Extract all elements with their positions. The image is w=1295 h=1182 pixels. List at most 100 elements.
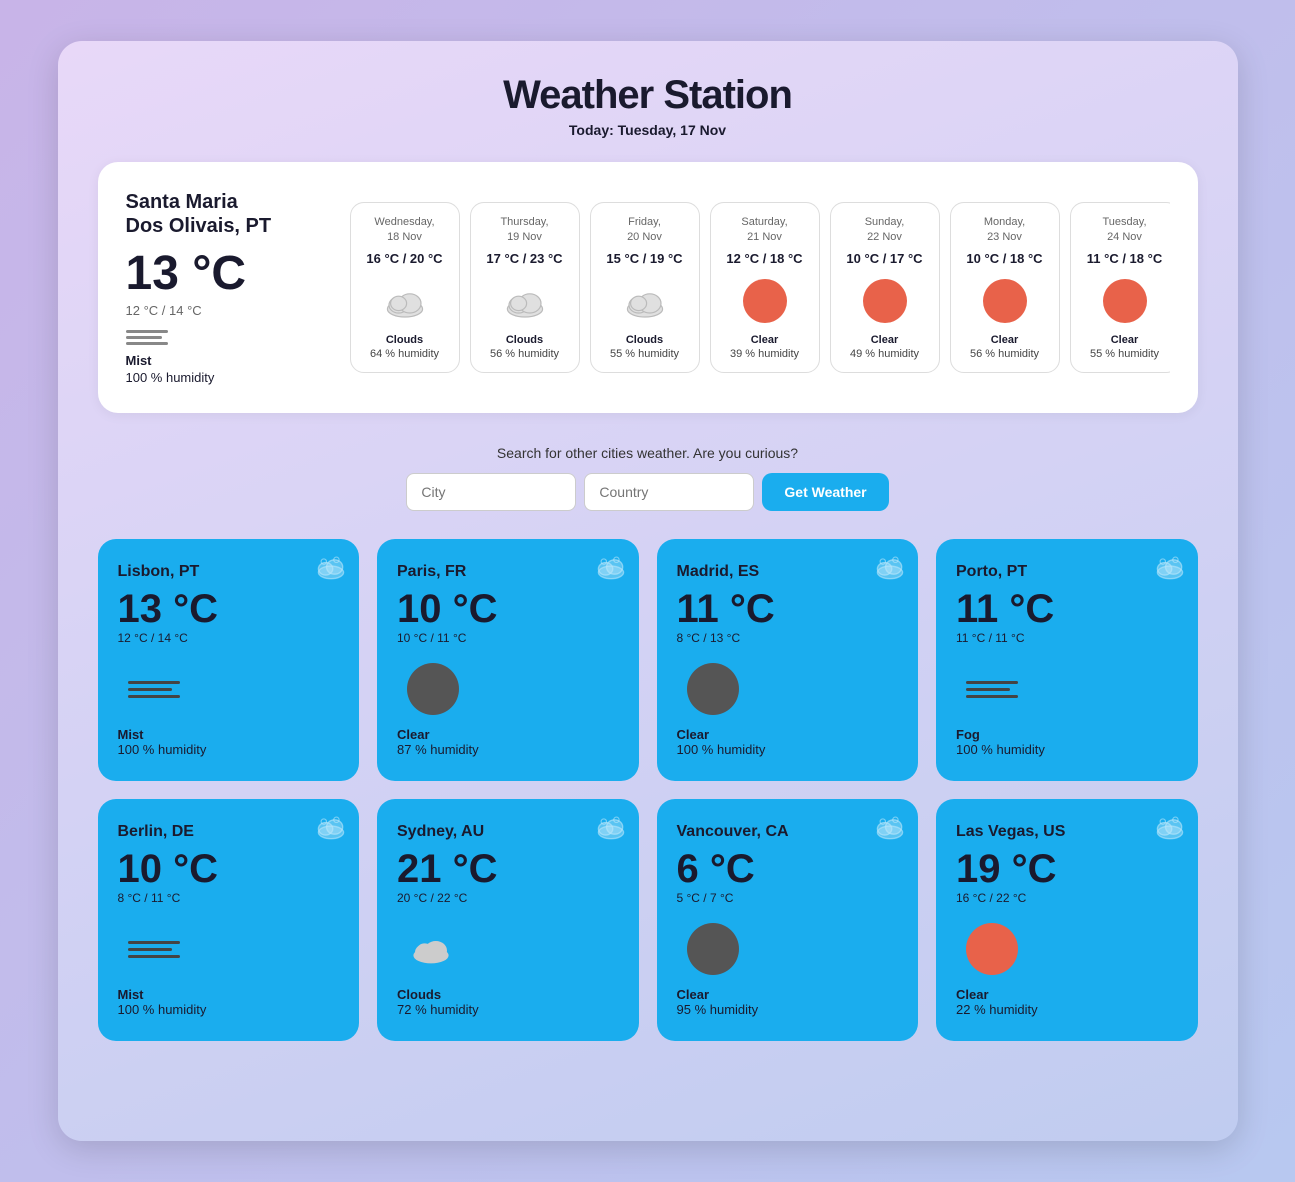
forecast-temp: 11 °C / 18 °C — [1081, 251, 1169, 266]
forecast-card: Wednesday,18 Nov 16 °C / 20 °C Clouds 64… — [350, 202, 460, 374]
city-humidity: 100 % humidity — [118, 1002, 340, 1017]
forecast-humidity: 55 % humidity — [1081, 348, 1169, 360]
city-weather-icon — [677, 919, 899, 979]
city-temp: 10 °C — [118, 849, 340, 889]
current-temp: 13 °C — [126, 246, 326, 301]
city-temp: 21 °C — [397, 849, 619, 889]
cloud-decoration-icon — [1152, 553, 1184, 585]
city-weather-icon — [956, 659, 1178, 719]
forecast-card: Thursday,19 Nov 17 °C / 23 °C Clouds 56 … — [470, 202, 580, 374]
forecast-card: Friday,20 Nov 15 °C / 19 °C Clouds 55 % … — [590, 202, 700, 374]
city-temp: 11 °C — [677, 589, 899, 629]
city-card: Vancouver, CA 6 °C 5 °C / 7 °C Clear 95 … — [657, 799, 919, 1041]
forecast-card: Monday,23 Nov 10 °C / 18 °C Clear 56 % h… — [950, 202, 1060, 374]
app-container: Weather Station Today: Tuesday, 17 Nov S… — [58, 41, 1238, 1141]
forecast-date: Tuesday,24 Nov — [1081, 215, 1169, 246]
cloud-decoration-icon — [313, 553, 345, 585]
city-card: Las Vegas, US 19 °C 16 °C / 22 °C Clear … — [936, 799, 1198, 1041]
forecast-desc: Clear — [841, 334, 929, 346]
city-humidity: 95 % humidity — [677, 1002, 899, 1017]
forecast-icon — [361, 276, 449, 326]
mist-icon — [966, 681, 1018, 698]
city-name: Berlin, DE — [118, 823, 340, 841]
forecast-temp: 12 °C / 18 °C — [721, 251, 809, 266]
forecast-desc: Clouds — [601, 334, 689, 346]
city-humidity: 72 % humidity — [397, 1002, 619, 1017]
city-minmax: 5 °C / 7 °C — [677, 891, 899, 905]
city-weather-icon — [397, 659, 619, 719]
forecast-date: Wednesday,18 Nov — [361, 215, 449, 246]
city-card: Sydney, AU 21 °C 20 °C / 22 °C Clouds 72… — [377, 799, 639, 1041]
cloud-decoration-icon — [313, 813, 345, 845]
forecast-date: Saturday,21 Nov — [721, 215, 809, 246]
forecast-desc: Clear — [961, 334, 1049, 346]
city-card: Berlin, DE 10 °C 8 °C / 11 °C Mist 100 %… — [98, 799, 360, 1041]
forecast-desc: Clouds — [361, 334, 449, 346]
forecast-humidity: 56 % humidity — [481, 348, 569, 360]
city-minmax: 10 °C / 11 °C — [397, 631, 619, 645]
city-weather-icon — [956, 919, 1178, 979]
forecast-icon — [601, 276, 689, 326]
forecast-temp: 16 °C / 20 °C — [361, 251, 449, 266]
cities-grid: Lisbon, PT 13 °C 12 °C / 14 °C Mist 100 … — [98, 539, 1198, 1041]
city-name: Vancouver, CA — [677, 823, 899, 841]
city-card: Lisbon, PT 13 °C 12 °C / 14 °C Mist 100 … — [98, 539, 360, 781]
city-desc: Clear — [956, 987, 1178, 1002]
city-minmax: 12 °C / 14 °C — [118, 631, 340, 645]
country-input[interactable] — [584, 473, 754, 511]
forecast-desc: Clear — [721, 334, 809, 346]
city-desc: Mist — [118, 727, 340, 742]
forecast-humidity: 56 % humidity — [961, 348, 1049, 360]
city-desc: Clear — [677, 987, 899, 1002]
cloud-decoration-icon — [1152, 813, 1184, 845]
city-card: Madrid, ES 11 °C 8 °C / 13 °C Clear 100 … — [657, 539, 919, 781]
forecast-card: Sunday,22 Nov 10 °C / 17 °C Clear 49 % h… — [830, 202, 940, 374]
city-weather-icon — [397, 919, 619, 979]
city-weather-icon — [118, 659, 340, 719]
city-input[interactable] — [406, 473, 576, 511]
city-name: Porto, PT — [956, 563, 1178, 581]
forecast-temp: 17 °C / 23 °C — [481, 251, 569, 266]
forecast-scroll: Wednesday,18 Nov 16 °C / 20 °C Clouds 64… — [350, 202, 1170, 374]
city-name: Madrid, ES — [677, 563, 899, 581]
city-minmax: 8 °C / 11 °C — [118, 891, 340, 905]
city-desc: Clouds — [397, 987, 619, 1002]
city-name: Las Vegas, US — [956, 823, 1178, 841]
forecast-date: Friday,20 Nov — [601, 215, 689, 246]
current-desc: Mist — [126, 353, 326, 368]
search-label: Search for other cities weather. Are you… — [98, 445, 1198, 461]
city-name: Lisbon, PT — [118, 563, 340, 581]
city-humidity: 100 % humidity — [956, 742, 1178, 757]
city-minmax: 11 °C / 11 °C — [956, 631, 1178, 645]
forecast-temp: 15 °C / 19 °C — [601, 251, 689, 266]
city-humidity: 100 % humidity — [677, 742, 899, 757]
city-minmax: 8 °C / 13 °C — [677, 631, 899, 645]
city-desc: Mist — [118, 987, 340, 1002]
city-name: Paris, FR — [397, 563, 619, 581]
forecast-icon — [961, 276, 1049, 326]
forecast-date: Thursday,19 Nov — [481, 215, 569, 246]
city-card: Paris, FR 10 °C 10 °C / 11 °C Clear 87 %… — [377, 539, 639, 781]
city-minmax: 16 °C / 22 °C — [956, 891, 1178, 905]
forecast-icon — [1081, 276, 1169, 326]
search-row: Get Weather — [98, 473, 1198, 511]
search-section: Search for other cities weather. Are you… — [98, 445, 1198, 511]
city-weather-icon — [118, 919, 340, 979]
forecast-temp: 10 °C / 17 °C — [841, 251, 929, 266]
city-desc: Fog — [956, 727, 1178, 742]
city-humidity: 22 % humidity — [956, 1002, 1178, 1017]
forecast-humidity: 55 % humidity — [601, 348, 689, 360]
city-humidity: 100 % humidity — [118, 742, 340, 757]
forecast-temp: 10 °C / 18 °C — [961, 251, 1049, 266]
mist-icon — [128, 681, 180, 698]
main-weather-card: Santa MariaDos Olivais, PT 13 °C 12 °C /… — [98, 162, 1198, 413]
app-title: Weather Station — [98, 73, 1198, 118]
forecast-icon — [481, 276, 569, 326]
city-card: Porto, PT 11 °C 11 °C / 11 °C Fog 100 % … — [936, 539, 1198, 781]
current-humidity: 100 % humidity — [126, 370, 326, 385]
current-city: Santa MariaDos Olivais, PT — [126, 190, 326, 238]
cloud-decoration-icon — [593, 813, 625, 845]
forecast-card: Saturday,21 Nov 12 °C / 18 °C Clear 39 %… — [710, 202, 820, 374]
get-weather-button[interactable]: Get Weather — [762, 473, 888, 511]
forecast-date: Sunday,22 Nov — [841, 215, 929, 246]
